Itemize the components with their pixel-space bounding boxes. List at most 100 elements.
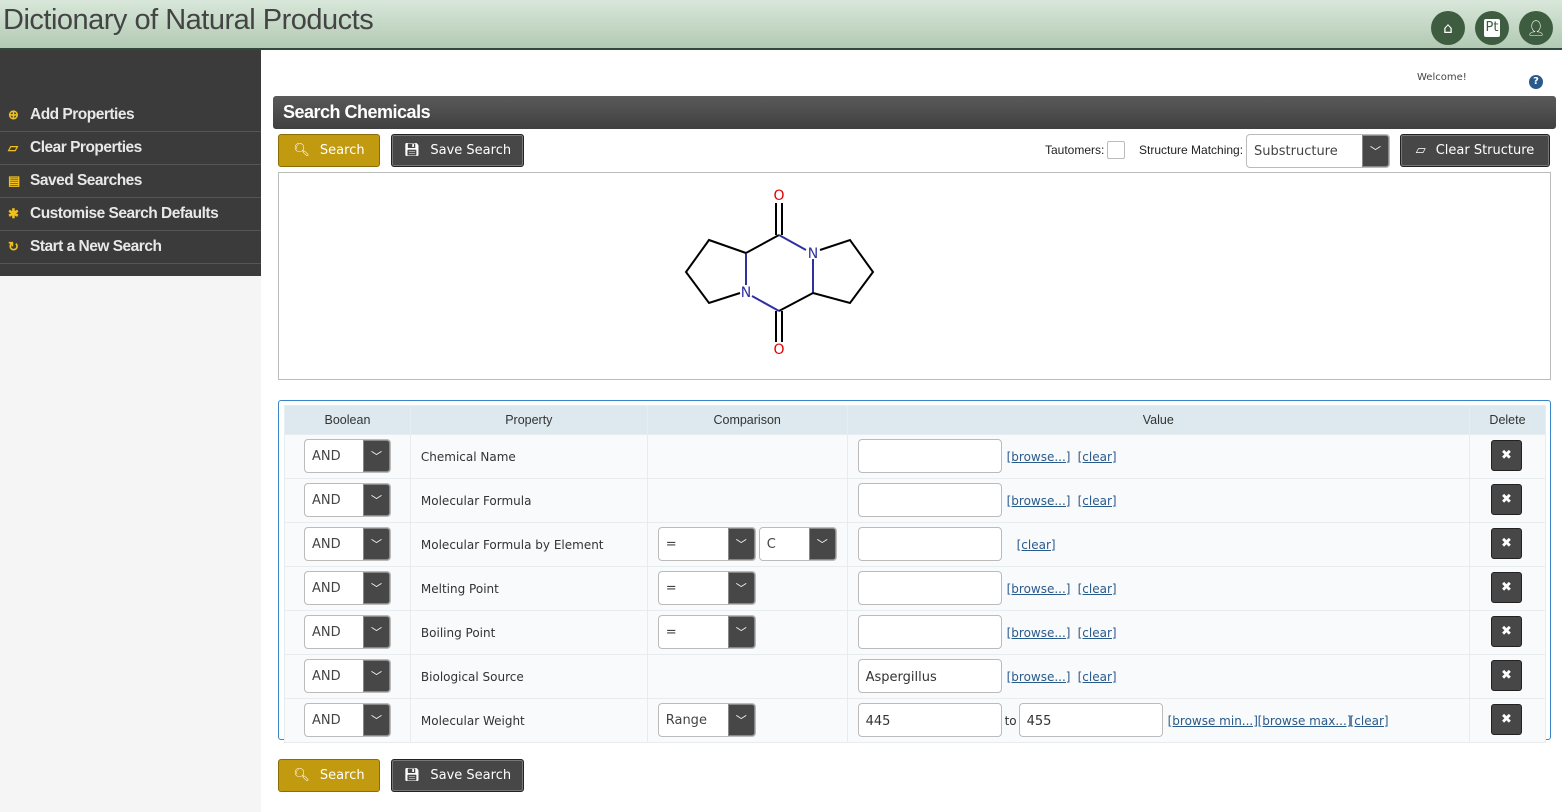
link-browse[interactable]: [browse...] [1007, 494, 1071, 508]
value-input[interactable] [857, 527, 1002, 561]
link-browse-min[interactable]: [browse min...] [1168, 714, 1258, 728]
periodic-table-icon[interactable]: Pt [1475, 11, 1509, 45]
chevron-down-icon: ﹀ [727, 572, 755, 604]
link-text[interactable]: [clear] [1078, 450, 1117, 464]
atom-o-top: O [773, 188, 784, 204]
boolean-select[interactable]: AND ﹀ [304, 615, 391, 649]
value-input[interactable] [857, 483, 1002, 517]
link-text[interactable]: [browse...] [1007, 450, 1071, 464]
sidebar-item-label: Start a New Search [30, 238, 162, 255]
link-clear[interactable]: [clear] [1078, 582, 1117, 596]
link-clear[interactable]: [clear] [1078, 670, 1117, 684]
boolean-select[interactable]: AND ﹀ [304, 703, 391, 737]
link-text[interactable]: [clear] [1078, 670, 1117, 684]
boolean-select[interactable]: AND ﹀ [304, 439, 391, 473]
home-icon[interactable]: ⌂ [1431, 11, 1465, 45]
comparison-select[interactable]: Range ﹀ [657, 703, 756, 737]
link-text[interactable]: [clear] [1078, 494, 1117, 508]
value-cell: [browse...] [clear] [846, 610, 1471, 655]
search-label: Search [319, 768, 365, 783]
link-text[interactable]: [browse max...] [1258, 714, 1352, 728]
link-clear[interactable]: [clear] [1078, 626, 1117, 640]
boolean-value: AND [312, 668, 341, 684]
comparison-value: = [665, 536, 677, 552]
delete-row-button[interactable]: ✖ [1491, 528, 1522, 559]
link-clear[interactable]: [clear] [1017, 538, 1056, 552]
boolean-cell: AND ﹀ [284, 522, 411, 567]
link-text[interactable]: [clear] [1017, 538, 1056, 552]
value-input[interactable] [857, 571, 1002, 605]
link-browse[interactable]: [browse...] [1007, 450, 1071, 464]
boolean-select[interactable]: AND ﹀ [304, 659, 391, 693]
clear-structure-button[interactable]: ▱ Clear Structure [1400, 134, 1550, 167]
comparison-cell [646, 478, 848, 523]
value-input[interactable]: Aspergillus [857, 659, 1002, 693]
value-input[interactable]: 445 [857, 703, 1002, 737]
boolean-value: AND [312, 624, 341, 640]
comparison-select[interactable]: = ﹀ [657, 527, 756, 561]
link-browse-max[interactable]: [browse max...] [1258, 714, 1352, 728]
atom-n-left: N [741, 285, 751, 301]
chevron-down-icon: ﹀ [808, 528, 836, 560]
delete-row-button[interactable]: ✖ [1491, 616, 1522, 647]
comparison-cell: Range ﹀ [646, 698, 848, 743]
column-header-comparison: Comparison [646, 405, 848, 435]
column-header-value: Value [846, 405, 1471, 435]
chevron-down-icon: ﹀ [363, 660, 390, 692]
value-input[interactable] [857, 439, 1002, 473]
boolean-value: AND [312, 448, 341, 464]
link-browse[interactable]: [browse...] [1007, 670, 1071, 684]
comparison-value: = [665, 580, 677, 596]
boolean-select[interactable]: AND ﹀ [304, 483, 391, 517]
delete-row-button[interactable]: ✖ [1491, 440, 1522, 471]
comparison-select[interactable]: = ﹀ [657, 615, 756, 649]
link-text[interactable]: [clear] [1078, 626, 1117, 640]
table-row: AND ﹀ Melting Point = ﹀ [browse...] [clear]… [284, 566, 1546, 611]
clear-structure-label: Clear Structure [1435, 143, 1535, 158]
link-clear[interactable]: [clear] [1078, 450, 1117, 464]
delete-row-button[interactable]: ✖ [1491, 572, 1522, 603]
value-input[interactable] [857, 615, 1002, 649]
boolean-select[interactable]: AND ﹀ [304, 571, 391, 605]
boolean-select[interactable]: AND ﹀ [304, 527, 391, 561]
delete-cell: ✖ [1469, 698, 1546, 743]
element-select[interactable]: C ﹀ [758, 527, 837, 561]
link-text[interactable]: [clear] [1350, 714, 1389, 728]
boolean-cell: AND ﹀ [284, 478, 411, 523]
link-text[interactable]: [clear] [1078, 582, 1117, 596]
link-clear[interactable]: [clear] [1350, 714, 1389, 728]
link-text[interactable]: [browse...] [1007, 494, 1071, 508]
property-cell: Molecular Weight [409, 698, 648, 743]
user-icon[interactable]: 👤︎ [1519, 11, 1553, 45]
eraser-icon: ▱ [1415, 143, 1426, 158]
delete-row-button[interactable]: ✖ [1491, 660, 1522, 691]
delete-row-button[interactable]: ✖ [1491, 484, 1522, 515]
link-browse[interactable]: [browse...] [1007, 626, 1071, 640]
chevron-down-icon: ﹀ [363, 616, 390, 648]
property-cell: Boiling Point [409, 610, 648, 655]
link-text[interactable]: [browse...] [1007, 626, 1071, 640]
sidebar-item-start-a-new-search[interactable]: ↻ Start a New Search [0, 231, 261, 264]
help-icon[interactable]: ? [1529, 75, 1543, 89]
search-button-bottom[interactable]: 🔍︎ Search [278, 759, 380, 792]
save-search-button-bottom[interactable]: 💾︎ Save Search [391, 759, 524, 792]
save-icon: 💾︎ [403, 768, 421, 783]
link-text[interactable]: [browse min...] [1168, 714, 1258, 728]
properties-table: Boolean Property Comparison Value Delete AND… [284, 405, 1546, 743]
property-cell: Molecular Formula [409, 478, 648, 523]
column-header-boolean: Boolean [284, 405, 411, 435]
link-browse[interactable]: [browse...] [1007, 582, 1071, 596]
comparison-select[interactable]: = ﹀ [657, 571, 756, 605]
boolean-value: AND [312, 580, 341, 596]
link-text[interactable]: [browse...] [1007, 670, 1071, 684]
value-cell: [clear] [846, 522, 1471, 567]
comparison-cell: = ﹀ [646, 610, 848, 655]
link-text[interactable]: [browse...] [1007, 582, 1071, 596]
column-header-property: Property [409, 405, 648, 435]
element-value: C [766, 536, 776, 552]
structure-editor[interactable]: O O N N [278, 172, 1551, 380]
value-max-input[interactable]: 455 [1018, 703, 1163, 737]
molecule-drawing: O O N N [684, 188, 875, 358]
link-clear[interactable]: [clear] [1078, 494, 1117, 508]
delete-row-button[interactable]: ✖ [1491, 704, 1522, 735]
